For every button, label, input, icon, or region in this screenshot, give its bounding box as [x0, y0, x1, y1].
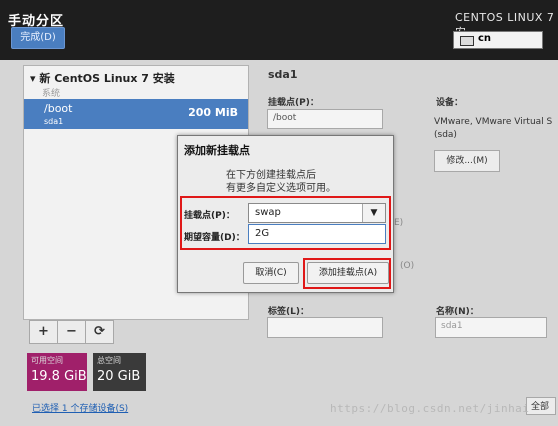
- partition-size: 200 MiB: [188, 106, 238, 119]
- modify-button[interactable]: 修改...(M): [434, 150, 500, 172]
- desired-capacity-value: 2G: [255, 228, 270, 239]
- partial-label-o: (O): [400, 261, 415, 271]
- device-label: 设备：: [436, 98, 464, 108]
- header-bar: 手动分区 完成(D) CENTOS LINUX 7 安 cn: [0, 0, 558, 60]
- mount-point-value: swap: [255, 207, 281, 218]
- partial-label-e: E): [394, 218, 404, 228]
- name-label: 名称(N)：: [436, 307, 479, 317]
- dialog-description: 在下方创建挂载点后 有更多自定义选项可用。: [226, 169, 336, 195]
- device-text-line2: (sda): [434, 130, 457, 140]
- reset-all-button[interactable]: 全部重设: [526, 397, 556, 415]
- available-space-box: 可用空间 19.8 GiB: [27, 353, 87, 391]
- watermark: https://blog.csdn.net/jinhai: [330, 402, 530, 415]
- dialog-description-line1: 在下方创建挂载点后: [226, 170, 316, 181]
- total-space-box: 总空间 20 GiB: [93, 353, 146, 391]
- dialog-title: 添加新挂载点: [184, 144, 250, 157]
- refresh-icon[interactable]: ⟳: [85, 320, 114, 344]
- dialog-capacity-label: 期望容量(D)：: [184, 233, 245, 243]
- total-space-value: 20 GiB: [97, 369, 141, 384]
- partition-mount: /boot: [44, 102, 73, 115]
- device-text-line1: VMware, VMware Virtual S: [434, 117, 553, 127]
- tag-label: 标签(L)：: [268, 307, 309, 317]
- install-tree-title[interactable]: ▾ 新 CentOS Linux 7 安装: [30, 70, 175, 86]
- mount-point-field[interactable]: /boot: [267, 109, 383, 129]
- add-partition-button[interactable]: +: [29, 320, 58, 344]
- done-button[interactable]: 完成(D): [11, 27, 65, 49]
- keyboard-layout-label: cn: [478, 33, 492, 44]
- cancel-button[interactable]: 取消(C): [243, 262, 299, 284]
- remove-partition-button[interactable]: −: [57, 320, 86, 344]
- system-group-label: 系统: [42, 89, 61, 99]
- add-mount-point-dialog: 添加新挂载点 在下方创建挂载点后 有更多自定义选项可用。 挂载点(P)： swa…: [177, 135, 394, 293]
- dialog-mount-label: 挂载点(P)：: [184, 211, 235, 221]
- add-mount-point-button[interactable]: 添加挂载点(A): [307, 262, 389, 284]
- available-space-caption: 可用空间: [31, 356, 63, 365]
- keyboard-layout-selector[interactable]: cn: [453, 31, 543, 49]
- available-space-value: 19.8 GiB: [31, 369, 87, 384]
- storage-devices-link[interactable]: 已选择 1 个存储设备(S): [32, 401, 128, 414]
- name-field[interactable]: sda1: [435, 317, 547, 338]
- keyboard-icon: [460, 36, 474, 46]
- dropdown-arrow-icon[interactable]: ▼: [362, 204, 385, 222]
- partition-device: sda1: [44, 117, 64, 126]
- tag-field[interactable]: [267, 317, 383, 338]
- total-space-caption: 总空间: [97, 356, 121, 365]
- partition-row[interactable]: /boot sda1 200 MiB: [24, 99, 248, 129]
- mount-point-label: 挂载点(P)：: [268, 98, 319, 108]
- partition-button-group: + − ⟳: [29, 320, 114, 344]
- partition-detail-title: sda1: [268, 68, 298, 81]
- dialog-description-line2: 有更多自定义选项可用。: [226, 183, 336, 194]
- desired-capacity-input[interactable]: 2G: [248, 224, 386, 244]
- mount-point-combo[interactable]: swap ▼: [248, 203, 386, 223]
